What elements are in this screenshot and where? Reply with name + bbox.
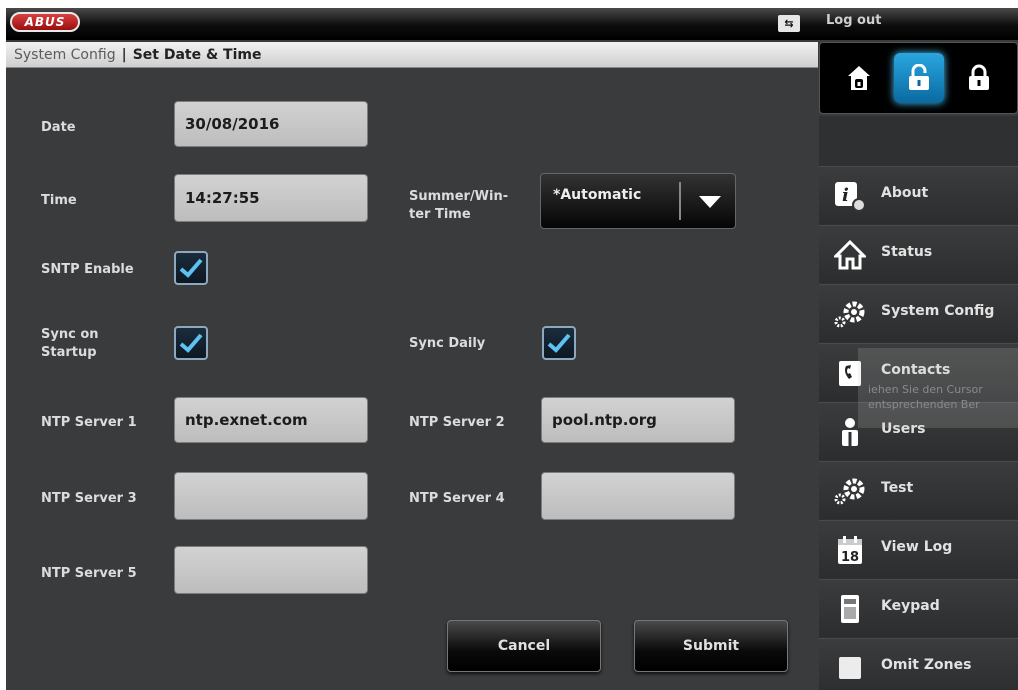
time-label: Time <box>41 193 77 208</box>
ntp-server-1-label: NTP Server 1 <box>41 415 137 430</box>
sidebar-item-status[interactable]: Status <box>819 225 1018 283</box>
ntp-server-3-label: NTP Server 3 <box>41 491 137 506</box>
ntp-server-2-field[interactable]: pool.ntp.org <box>541 397 735 443</box>
sidebar-item-label: Status <box>881 244 933 260</box>
ntp-server-5-field[interactable] <box>174 546 368 594</box>
sidebar-item-label: Test <box>881 480 914 496</box>
sidebar-item-label: Omit Zones <box>881 657 972 673</box>
tooltip-line1: iehen Sie den Cursor <box>868 383 983 396</box>
svg-text:i: i <box>842 185 849 206</box>
summer-winter-value: *Automatic <box>553 187 642 203</box>
sidebar-item-test[interactable]: Test <box>819 461 1018 519</box>
select-divider <box>679 182 681 220</box>
hover-tooltip: iehen Sie den Cursor entsprechenden Ber <box>858 348 1018 428</box>
chevron-down-icon <box>699 196 721 208</box>
keypad-icon <box>833 592 867 626</box>
sync-startup-label: Sync on Startup <box>41 326 99 362</box>
summer-winter-label: Summer/Win- ter Time <box>409 188 508 224</box>
breadcrumb-parent[interactable]: System Config <box>14 42 116 68</box>
logout-link[interactable]: Log out <box>826 13 881 28</box>
summer-winter-label-line1: Summer/Win- <box>409 189 509 204</box>
submit-button[interactable]: Submit <box>634 620 788 672</box>
abus-logo: ABUS <box>10 12 80 32</box>
sidebar-item-keypad[interactable]: Keypad <box>819 579 1018 637</box>
time-field[interactable]: 14:27:55 <box>174 174 368 222</box>
date-label: Date <box>41 120 76 135</box>
breadcrumb-separator: | <box>121 47 127 63</box>
ntp-server-2-label: NTP Server 2 <box>409 415 505 430</box>
summer-winter-select[interactable]: *Automatic <box>540 173 736 229</box>
tooltip-line2: entsprechenden Ber <box>868 398 980 411</box>
sync-startup-label-line2: Startup <box>41 345 97 360</box>
sidebar-item-label: About <box>881 185 929 201</box>
house-icon <box>833 238 867 272</box>
sntp-enable-checkbox[interactable] <box>174 251 208 285</box>
sidebar-item-label: Keypad <box>881 598 940 614</box>
calendar-day: 18 <box>841 550 859 565</box>
omit-zones-icon <box>833 651 867 685</box>
sync-startup-label-line1: Sync on <box>41 327 99 342</box>
ntp-server-3-field[interactable] <box>174 472 368 520</box>
ntp-server-4-field[interactable] <box>541 472 735 520</box>
mode-home-button[interactable] <box>834 53 884 103</box>
user-switch-icon[interactable]: ⇆ <box>778 15 800 32</box>
sidebar-item-about[interactable]: i About <box>819 166 1018 224</box>
sidebar-item-label: View Log <box>881 539 953 555</box>
mode-unlock-button[interactable] <box>894 53 944 103</box>
summer-winter-label-line2: ter Time <box>409 207 471 222</box>
calendar-icon: 18 <box>833 533 867 567</box>
info-gear-icon: i <box>833 179 867 213</box>
sidebar-item-label: System Config <box>881 303 995 319</box>
arm-mode-bar <box>819 42 1018 114</box>
sidebar-item-view-log[interactable]: 18 View Log <box>819 520 1018 578</box>
lock-icon <box>969 64 989 90</box>
mode-lock-button[interactable] <box>954 53 1004 103</box>
sync-startup-checkbox[interactable] <box>174 326 208 360</box>
page-title: Set Date & Time <box>132 47 262 63</box>
app-window: ABUS ⇆ Log out System Config | Set Date & … <box>6 8 1018 690</box>
date-field[interactable]: 30/08/2016 <box>174 101 368 147</box>
gears-icon <box>833 474 867 508</box>
checkmark-icon <box>179 258 203 278</box>
checkmark-icon <box>179 333 203 353</box>
top-bar: ABUS ⇆ Log out <box>6 8 1018 40</box>
sntp-enable-label: SNTP Enable <box>41 262 134 277</box>
home-icon <box>848 66 870 90</box>
ntp-server-5-label: NTP Server 5 <box>41 566 137 581</box>
breadcrumb: System Config | Set Date & Time <box>6 42 818 68</box>
sidebar-item-omit-zones[interactable]: Omit Zones <box>819 638 1018 690</box>
ntp-server-1-field[interactable]: ntp.exnet.com <box>174 397 368 443</box>
gears-icon <box>833 297 867 331</box>
sidebar-item-system-config[interactable]: System Config <box>819 284 1018 342</box>
sync-daily-checkbox[interactable] <box>542 326 576 360</box>
sync-daily-label: Sync Daily <box>409 336 486 351</box>
checkmark-icon <box>547 333 571 353</box>
unlock-icon <box>909 64 929 90</box>
cancel-button[interactable]: Cancel <box>447 620 601 672</box>
ntp-server-4-label: NTP Server 4 <box>409 491 505 506</box>
